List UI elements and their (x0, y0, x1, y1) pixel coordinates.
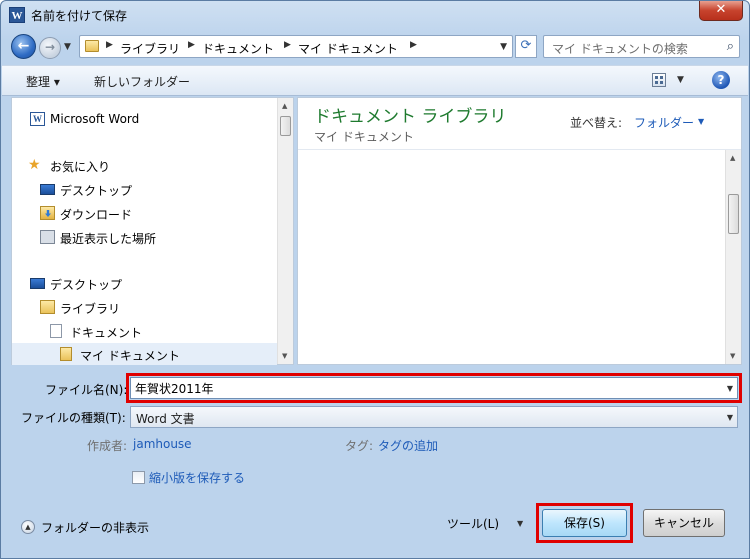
breadcrumb-separator-icon[interactable]: ▶ (106, 40, 113, 50)
scroll-down-icon[interactable]: ▼ (730, 352, 735, 360)
search-icon: ⌕ (726, 39, 734, 54)
filetype-value: Word 文書 (136, 412, 195, 426)
filename-field[interactable]: ▼ (130, 377, 738, 399)
save-thumbnail-label[interactable]: 縮小版を保存する (149, 469, 245, 486)
filename-label: ファイル名(N): (45, 383, 128, 397)
nav-item-label: Microsoft Word (50, 112, 140, 126)
nav-item-label: お気に入り (50, 160, 111, 174)
nav-item-label: ライブラリ (60, 302, 121, 316)
address-bar[interactable]: ▶ ライブラリ ▶ ドキュメント ▶ マイ ドキュメント ▶ ▼ (79, 35, 513, 58)
breadcrumb-documents[interactable]: ドキュメント (202, 40, 274, 57)
search-input[interactable]: マイ ドキュメントの検索 ⌕ (543, 35, 740, 58)
save-button[interactable]: 保存(S) (542, 509, 627, 537)
word-icon: W (30, 112, 45, 126)
nav-item-microsoft-word[interactable]: W Microsoft Word (12, 108, 277, 130)
desktop-icon (40, 184, 55, 195)
file-list-pane[interactable]: ドキュメント ライブラリ マイ ドキュメント 並べ替え: フォルダー ▼ ▲ ▼ (297, 97, 742, 365)
chevron-up-icon[interactable]: ▲ (21, 520, 35, 534)
breadcrumb-separator-icon[interactable]: ▶ (410, 40, 417, 50)
nav-item-desktop[interactable]: デスクトップ (12, 272, 277, 294)
recent-locations-dropdown[interactable]: ▼ (64, 42, 71, 52)
filetype-select[interactable]: Word 文書 ▼ (130, 406, 738, 428)
library-subtitle: マイ ドキュメント (314, 130, 414, 144)
refresh-button[interactable]: ⟳ (515, 35, 537, 58)
forward-button[interactable]: → (39, 37, 61, 59)
breadcrumb-library[interactable]: ライブラリ (120, 40, 180, 57)
nav-item-label: 最近表示した場所 (60, 232, 157, 246)
sort-by-link[interactable]: フォルダー (634, 114, 694, 131)
chevron-down-icon[interactable]: ▼ (517, 519, 523, 528)
cancel-button[interactable]: キャンセル (643, 509, 725, 537)
view-options-dropdown[interactable]: ▼ (677, 75, 684, 85)
author-value[interactable]: jamhouse (133, 437, 192, 451)
nav-item-libraries[interactable]: ライブラリ (12, 296, 277, 318)
navigation-pane[interactable]: W Microsoft Word ★ お気に入り デスクトップ ダウンロード 最… (11, 97, 294, 365)
filename-input[interactable] (135, 380, 715, 396)
breadcrumb-separator-icon[interactable]: ▶ (284, 40, 291, 50)
tags-label: タグ: (345, 439, 374, 453)
new-folder-button[interactable]: 新しいフォルダー (94, 73, 190, 90)
help-icon[interactable]: ? (712, 71, 730, 89)
filename-dropdown-icon[interactable]: ▼ (727, 384, 733, 393)
nav-item-label: デスクトップ (50, 278, 123, 292)
nav-item-documents[interactable]: ドキュメント (12, 320, 277, 342)
search-placeholder: マイ ドキュメントの検索 (552, 42, 688, 56)
downloads-icon (40, 206, 55, 220)
nav-item-label: ドキュメント (70, 326, 143, 340)
window-title: 名前を付けて保存 (31, 9, 128, 23)
scrollbar-thumb[interactable] (280, 116, 291, 136)
nav-item-downloads[interactable]: ダウンロード (12, 202, 277, 224)
star-icon: ★ (28, 157, 41, 173)
nav-item-label: デスクトップ (60, 184, 133, 198)
author-label: 作成者: (87, 439, 128, 453)
library-title: ドキュメント ライブラリ (314, 107, 507, 127)
breadcrumb-separator-icon[interactable]: ▶ (188, 40, 195, 50)
document-icon (50, 324, 62, 338)
nav-item-label: マイ ドキュメント (80, 349, 180, 363)
hide-folders-button[interactable]: フォルダーの非表示 (41, 519, 149, 536)
library-icon (40, 300, 55, 314)
file-list-scrollbar[interactable]: ▲ ▼ (725, 150, 741, 364)
tools-button[interactable]: ツール(L) (447, 515, 499, 532)
recent-places-icon (40, 230, 55, 244)
scrollbar-thumb[interactable] (728, 194, 739, 234)
view-options-icon[interactable] (652, 73, 666, 87)
address-history-dropdown[interactable]: ▼ (500, 42, 507, 52)
filetype-label: ファイルの種類(T): (21, 411, 126, 425)
close-button[interactable]: ✕ (699, 1, 743, 21)
nav-scrollbar[interactable]: ▲ ▼ (277, 98, 293, 364)
nav-item-recent-places[interactable]: 最近表示した場所 (12, 226, 277, 248)
scroll-up-icon[interactable]: ▲ (730, 154, 735, 162)
chevron-down-icon[interactable]: ▼ (727, 413, 733, 422)
arrow-left-icon: ← (17, 38, 30, 54)
nav-item-my-documents[interactable]: マイ ドキュメント (12, 343, 277, 365)
nav-item-desktop-favorite[interactable]: デスクトップ (12, 178, 277, 200)
nav-item-label: ダウンロード (60, 208, 133, 222)
organize-button[interactable]: 整理 ▾ (26, 73, 60, 90)
breadcrumb-my-documents[interactable]: マイ ドキュメント (298, 40, 398, 57)
library-header: ドキュメント ライブラリ マイ ドキュメント 並べ替え: フォルダー ▼ (298, 98, 741, 150)
chevron-down-icon[interactable]: ▼ (698, 117, 704, 126)
arrow-right-icon: → (44, 40, 56, 54)
folder-icon (60, 347, 72, 361)
refresh-icon: ⟳ (520, 38, 532, 53)
address-row: ← → ▼ ▶ ライブラリ ▶ ドキュメント ▶ マイ ドキュメント ▶ ▼ ⟳… (1, 31, 749, 63)
save-as-dialog: W 名前を付けて保存 ✕ ← → ▼ ▶ ライブラリ ▶ ドキュメント ▶ マイ… (0, 0, 750, 559)
save-thumbnail-checkbox[interactable] (132, 471, 145, 484)
tags-value[interactable]: タグの追加 (378, 437, 438, 454)
nav-item-favorites[interactable]: ★ お気に入り (12, 154, 277, 176)
scroll-down-icon[interactable]: ▼ (282, 352, 287, 360)
command-toolbar: 整理 ▾ 新しいフォルダー ▼ ? (2, 65, 748, 96)
folder-icon (85, 40, 99, 52)
scroll-up-icon[interactable]: ▲ (282, 102, 287, 110)
title-bar: W 名前を付けて保存 ✕ (1, 1, 749, 29)
word-app-icon: W (9, 7, 25, 23)
back-button[interactable]: ← (11, 34, 36, 59)
sort-label: 並べ替え: (570, 116, 623, 130)
desktop-icon (30, 278, 45, 289)
